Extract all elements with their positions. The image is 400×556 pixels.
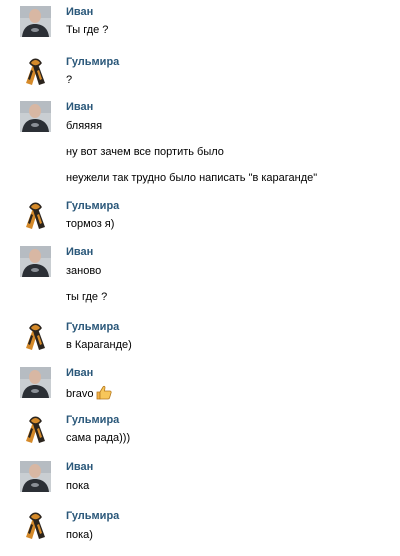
ivan-avatar[interactable] <box>20 101 51 132</box>
author-name[interactable]: Гульмира <box>66 56 119 69</box>
ivan-avatar[interactable] <box>20 6 51 37</box>
author-name[interactable]: Иван <box>66 461 93 474</box>
gulmira-avatar[interactable] <box>20 414 51 445</box>
author-name[interactable]: Гульмира <box>66 510 119 523</box>
author-name[interactable]: Гульмира <box>66 321 119 334</box>
message-text: ну вот зачем все портить было <box>66 146 224 158</box>
author-name[interactable]: Иван <box>66 6 93 19</box>
author-name[interactable]: Гульмира <box>66 200 119 213</box>
message-text: пока <box>66 480 90 492</box>
ivan-avatar[interactable] <box>20 461 51 492</box>
gulmira-avatar[interactable] <box>20 510 51 541</box>
gulmira-avatar[interactable] <box>20 56 51 87</box>
author-name[interactable]: Гульмира <box>66 414 119 427</box>
ivan-avatar[interactable] <box>20 246 51 277</box>
message-text: заново <box>66 265 102 277</box>
message-text: ты где ? <box>66 291 108 303</box>
message-text: ? <box>66 74 73 86</box>
message-text: тормоз я) <box>66 218 115 230</box>
ivan-avatar[interactable] <box>20 367 51 398</box>
message-text: бляяяя <box>66 120 103 132</box>
gulmira-avatar[interactable] <box>20 321 51 352</box>
message-text: неужели так трудно было написать "в кара… <box>66 172 318 184</box>
gulmira-avatar[interactable] <box>20 200 51 231</box>
author-name[interactable]: Иван <box>66 246 93 259</box>
author-name[interactable]: Иван <box>66 101 93 114</box>
message-text: в Караганде) <box>66 339 132 351</box>
message-text: Ты где ? <box>66 24 109 36</box>
message-text: пока) <box>66 529 93 541</box>
thumbs-up-icon <box>96 385 112 404</box>
author-name[interactable]: Иван <box>66 367 93 380</box>
message-text-content: bravo <box>66 388 94 400</box>
message-text: bravo <box>66 385 112 404</box>
message-text: сама рада))) <box>66 432 131 444</box>
